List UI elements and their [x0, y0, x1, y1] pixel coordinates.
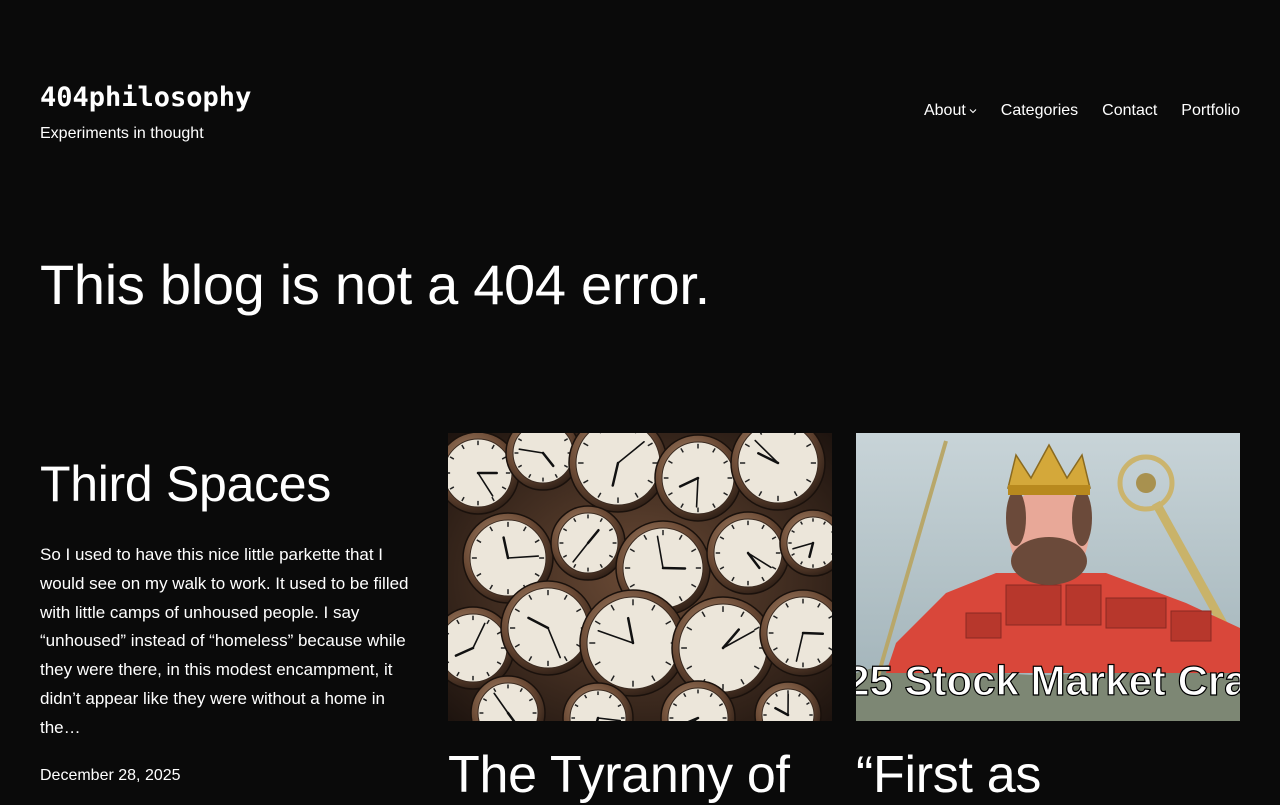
nav-item-portfolio[interactable]: Portfolio — [1181, 102, 1240, 120]
post-title[interactable]: The Tyranny of — [448, 745, 832, 805]
post-thumbnail-stock-market[interactable]: 2025 Stock Market Crash — [856, 433, 1240, 721]
post-date: December 28, 2025 — [40, 767, 181, 785]
post-card-first-as: 2025 Stock Market Crash “First as — [856, 433, 1240, 805]
main-nav: About Categories Contact Portfolio — [924, 102, 1240, 120]
nav-item-label: About — [924, 102, 966, 120]
nav-item-label: Contact — [1102, 102, 1157, 120]
nav-item-label: Portfolio — [1181, 102, 1240, 120]
nav-item-categories[interactable]: Categories — [1001, 102, 1078, 120]
post-card-third-spaces: Third Spaces So I used to have this nice… — [40, 455, 424, 743]
post-excerpt: So I used to have this nice little parke… — [40, 541, 424, 743]
nav-item-contact[interactable]: Contact — [1102, 102, 1157, 120]
post-card-tyranny: The Tyranny of — [448, 433, 832, 805]
post-title[interactable]: “First as — [856, 745, 1240, 805]
nav-item-about[interactable]: About — [924, 102, 977, 120]
site-header: 404philosophy Experiments in thought Abo… — [40, 80, 1240, 150]
thumbnail-caption: 2025 Stock Market Crash — [856, 657, 1240, 704]
hero-heading: This blog is not a 404 error. — [40, 252, 710, 317]
chevron-down-icon — [969, 108, 977, 114]
nav-item-label: Categories — [1001, 102, 1078, 120]
site-tagline: Experiments in thought — [40, 125, 204, 143]
site-title[interactable]: 404philosophy — [40, 82, 251, 113]
post-thumbnail-clocks[interactable] — [448, 433, 832, 721]
post-title[interactable]: Third Spaces — [40, 455, 424, 513]
